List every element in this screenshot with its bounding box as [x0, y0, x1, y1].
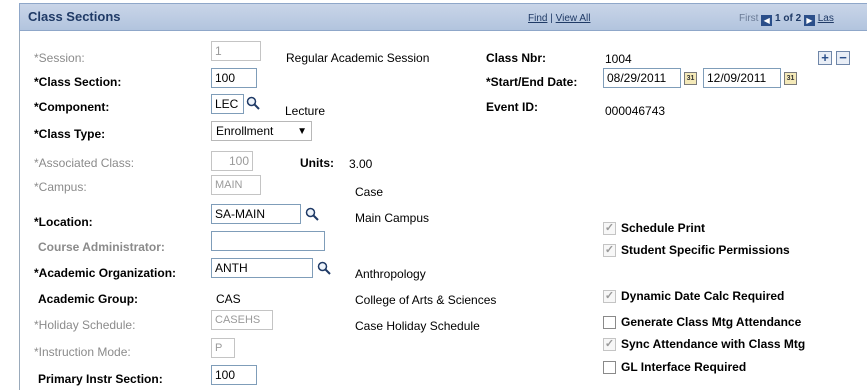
generate-class-mtg-attendance-checkbox[interactable]: Generate Class Mtg Attendance — [603, 315, 801, 329]
start-date-calendar-icon[interactable]: 31 — [684, 72, 697, 85]
location-lookup-icon[interactable] — [305, 207, 319, 221]
academic-organization-lookup-icon[interactable] — [317, 261, 331, 275]
session-label: *Session: — [34, 51, 85, 65]
instruction-mode-label: *Instruction Mode: — [34, 345, 131, 359]
primary-instr-section-field[interactable]: 100 — [211, 365, 257, 385]
campus-label: *Campus: — [34, 180, 87, 194]
checkbox-box: ✓ — [603, 243, 616, 257]
holiday-schedule-label: *Holiday Schedule: — [34, 318, 136, 332]
dynamic-date-calc-checkbox: ✓ Dynamic Date Calc Required — [603, 289, 784, 303]
last-link[interactable]: Las — [818, 13, 834, 24]
class-sections-header: Class Sections Find | View All First ◀ 1… — [19, 3, 867, 31]
class-type-dropdown[interactable]: Enrollment ▼ — [211, 121, 312, 141]
academic-group-label: Academic Group: — [38, 292, 139, 306]
student-specific-permissions-checkbox: ✓ Student Specific Permissions — [603, 243, 790, 257]
end-date-calendar-icon[interactable]: 31 — [784, 72, 797, 85]
component-description: Lecture — [285, 104, 326, 118]
units-value: 3.00 — [349, 157, 373, 171]
location-label: *Location: — [34, 215, 93, 229]
section-title: Class Sections — [28, 9, 121, 24]
academic-group-description: College of Arts & Sciences — [355, 293, 497, 307]
find-link-wrap: Find | View All — [528, 13, 591, 24]
holiday-schedule-description: Case Holiday Schedule — [355, 319, 480, 333]
previous-arrow-icon[interactable]: ◀ — [761, 15, 773, 26]
academic-organization-label: *Academic Organization: — [34, 266, 177, 280]
primary-instr-section-label: Primary Instr Section: — [38, 372, 163, 386]
add-row-icon[interactable]: + — [818, 51, 832, 65]
checkbox-box[interactable] — [603, 360, 616, 374]
sync-attendance-checkbox: ✓ Sync Attendance with Class Mtg — [603, 337, 805, 351]
campus-description: Case — [355, 185, 384, 199]
event-id-value: 000046743 — [605, 104, 666, 118]
class-nbr-value: 1004 — [605, 52, 632, 66]
schedule-print-checkbox: ✓ Schedule Print — [603, 221, 705, 235]
course-administrator-label: Course Administrator: — [38, 240, 165, 254]
start-date-field[interactable]: 08/29/2011 — [603, 68, 681, 88]
first-label: First — [739, 13, 759, 24]
academic-group-value: CAS — [216, 292, 241, 306]
associated-class-field: 100 — [211, 151, 253, 171]
component-field[interactable]: LEC — [211, 94, 244, 114]
event-id-label: Event ID: — [486, 100, 539, 114]
class-nbr-label: Class Nbr: — [486, 51, 547, 65]
checkbox-box: ✓ — [603, 221, 616, 235]
course-administrator-field[interactable] — [211, 231, 325, 251]
units-label: Units: — [300, 156, 334, 170]
checkbox-label: Generate Class Mtg Attendance — [621, 315, 802, 329]
delete-row-icon[interactable]: − — [836, 51, 850, 65]
start-end-date-label: *Start/End Date: — [486, 75, 578, 89]
component-lookup-icon[interactable] — [246, 96, 260, 110]
checkbox-label: GL Interface Required — [621, 360, 747, 374]
session-description: Regular Academic Session — [286, 51, 430, 65]
find-link[interactable]: Find — [528, 13, 547, 24]
checkbox-box: ✓ — [603, 337, 616, 351]
checkbox-label: Schedule Print — [621, 221, 706, 235]
view-all-link[interactable]: View All — [556, 13, 591, 24]
checkbox-box: ✓ — [603, 289, 616, 303]
checkbox-label: Dynamic Date Calc Required — [621, 289, 785, 303]
session-field: 1 — [211, 41, 261, 61]
academic-organization-field[interactable]: ANTH — [211, 258, 313, 278]
checkbox-box[interactable] — [603, 315, 616, 329]
class-type-selected: Enrollment — [216, 124, 274, 138]
academic-organization-description: Anthropology — [355, 267, 426, 281]
pagination: First ◀ 1 of 2 ▶ Las — [739, 13, 834, 26]
campus-field: MAIN — [211, 175, 261, 195]
next-arrow-icon[interactable]: ▶ — [803, 15, 815, 26]
checkbox-label: Student Specific Permissions — [621, 243, 790, 257]
location-field[interactable]: SA-MAIN — [211, 204, 301, 224]
end-date-field[interactable]: 12/09/2011 — [703, 68, 781, 88]
page-count: 1 of 2 — [775, 13, 802, 24]
checkbox-label: Sync Attendance with Class Mtg — [621, 337, 806, 351]
location-description: Main Campus — [355, 211, 430, 225]
class-section-label: *Class Section: — [34, 75, 122, 89]
component-label: *Component: — [34, 100, 110, 114]
gl-interface-required-checkbox[interactable]: GL Interface Required — [603, 360, 746, 374]
class-section-field[interactable]: 100 — [211, 68, 257, 88]
associated-class-label: *Associated Class: — [34, 156, 135, 170]
instruction-mode-field: P — [211, 338, 235, 358]
class-type-label: *Class Type: — [34, 127, 106, 141]
dropdown-arrow-icon: ▼ — [297, 126, 307, 137]
holiday-schedule-field: CASEHS — [211, 310, 273, 330]
